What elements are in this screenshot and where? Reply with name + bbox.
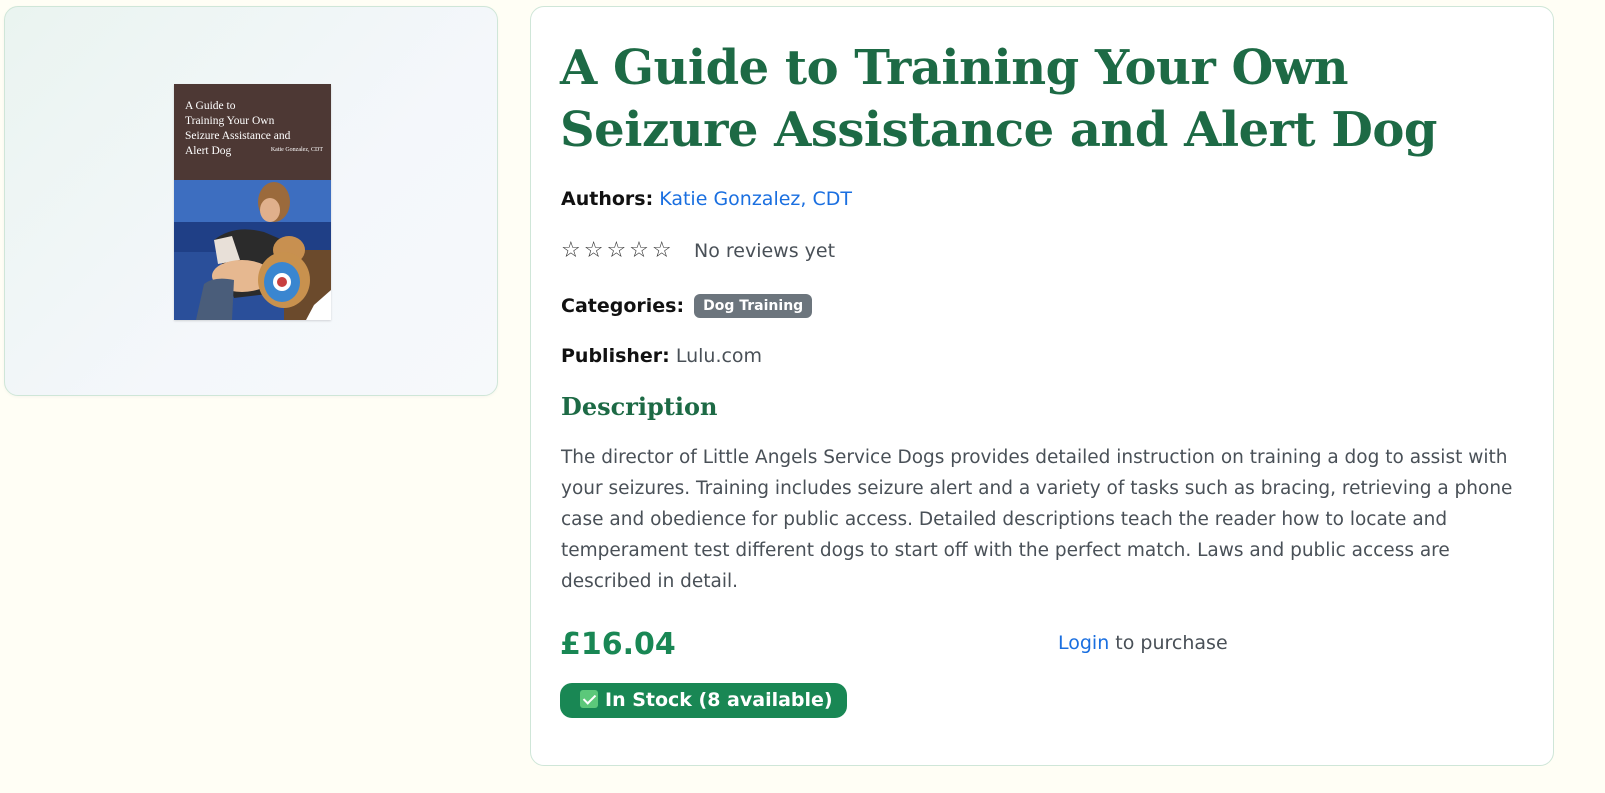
- rating-stars: ☆☆☆☆☆: [561, 238, 675, 263]
- reviews-text: No reviews yet: [694, 240, 836, 262]
- login-link[interactable]: Login: [1058, 632, 1109, 654]
- authors-row: Authors: Katie Gonzalez, CDT: [561, 187, 852, 211]
- description-heading: Description: [561, 392, 718, 421]
- publisher-label: Publisher:: [561, 345, 670, 367]
- book-detail-card: A Guide to Training Your Own Seizure Ass…: [530, 6, 1554, 766]
- check-box-icon: [580, 690, 598, 708]
- purchase-suffix: to purchase: [1109, 632, 1228, 654]
- cover-photo-dog-and-woman: [174, 180, 331, 320]
- stock-text: In Stock (8 available): [605, 689, 833, 711]
- book-cover-image: A Guide to Training Your Own Seizure Ass…: [174, 84, 331, 320]
- category-badge[interactable]: Dog Training: [694, 294, 813, 318]
- stock-badge: In Stock (8 available): [560, 683, 847, 718]
- cover-title-panel: A Guide to Training Your Own Seizure Ass…: [174, 84, 331, 180]
- cover-author-text: Katie Gonzalez, CDT: [270, 147, 323, 153]
- book-title: A Guide to Training Your Own Seizure Ass…: [560, 40, 1438, 158]
- purchase-prompt: Login to purchase: [1058, 631, 1228, 655]
- authors-label: Authors:: [561, 188, 654, 210]
- categories-row: Categories: Dog Training: [561, 294, 813, 318]
- publisher-value: Lulu.com: [675, 345, 763, 367]
- book-image-card: A Guide to Training Your Own Seizure Ass…: [4, 6, 498, 396]
- publisher-row: Publisher: Lulu.com: [561, 344, 762, 368]
- categories-label: Categories:: [561, 295, 685, 317]
- author-link[interactable]: Katie Gonzalez, CDT: [659, 188, 852, 210]
- price: £16.04: [560, 627, 676, 662]
- description-text: The director of Little Angels Service Do…: [561, 447, 1513, 592]
